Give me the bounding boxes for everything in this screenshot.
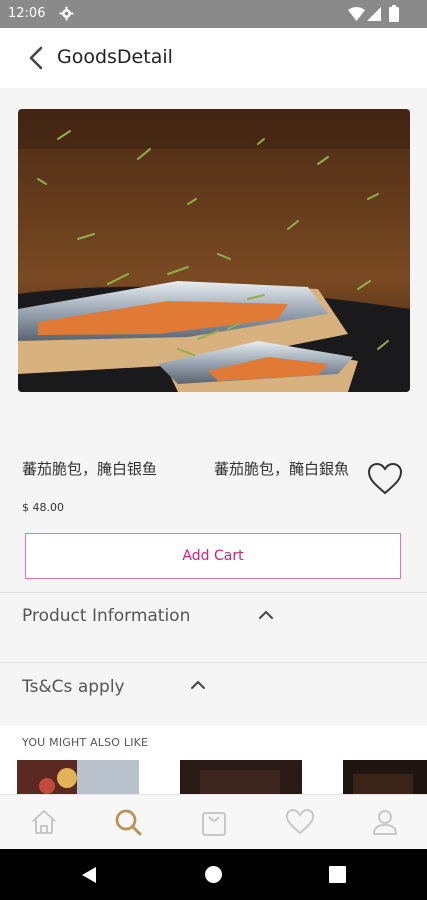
divider <box>0 662 427 663</box>
battery-icon <box>389 5 399 22</box>
favorite-heart-icon[interactable] <box>367 462 403 496</box>
recommendations-section: YOU MIGHT ALSO LIKE <box>0 726 427 796</box>
product-name-traditional: 蕃茄脆包，醃白銀魚 <box>214 460 350 478</box>
chevron-up-icon[interactable] <box>258 610 274 620</box>
terms-toggle[interactable]: Ts&Cs apply <box>22 677 125 697</box>
add-cart-button[interactable]: Add Cart <box>25 533 401 579</box>
divider <box>0 592 427 593</box>
recommended-item-thumbnail[interactable] <box>343 760 427 796</box>
recommended-item-thumbnail[interactable] <box>17 760 139 796</box>
home-circle-icon[interactable] <box>204 865 223 884</box>
bottom-navigation <box>0 794 427 850</box>
settings-icon <box>59 6 74 21</box>
app-bar: GoodsDetail <box>0 28 427 89</box>
home-icon[interactable] <box>29 807 59 837</box>
wifi-icon <box>348 7 365 21</box>
system-navigation-bar <box>0 849 427 900</box>
recommended-item-thumbnail[interactable] <box>180 760 302 796</box>
product-information-toggle[interactable]: Product Information <box>22 606 190 626</box>
product-price: $ 48.00 <box>22 501 64 514</box>
status-time: 12:06 <box>8 6 46 21</box>
status-bar: 12:06 <box>0 0 427 28</box>
chevron-up-icon[interactable] <box>190 680 206 690</box>
goods-detail-content: 蕃茄脆包，腌白银鱼 蕃茄脆包，醃白銀魚 $ 48.00 Add Cart Pro… <box>0 88 427 796</box>
heart-icon[interactable] <box>285 807 315 837</box>
recents-square-icon[interactable] <box>329 866 346 883</box>
back-arrow-icon[interactable] <box>22 44 50 72</box>
recommendations-heading: YOU MIGHT ALSO LIKE <box>22 736 149 749</box>
cell-signal-icon <box>367 7 381 21</box>
back-triangle-icon[interactable] <box>80 865 98 885</box>
product-name: 蕃茄脆包，腌白银鱼 <box>22 460 158 478</box>
page-title: GoodsDetail <box>57 46 173 68</box>
shopping-bag-icon[interactable] <box>199 807 229 837</box>
user-icon[interactable] <box>370 807 400 837</box>
search-icon[interactable] <box>113 807 143 837</box>
product-image <box>18 109 410 392</box>
